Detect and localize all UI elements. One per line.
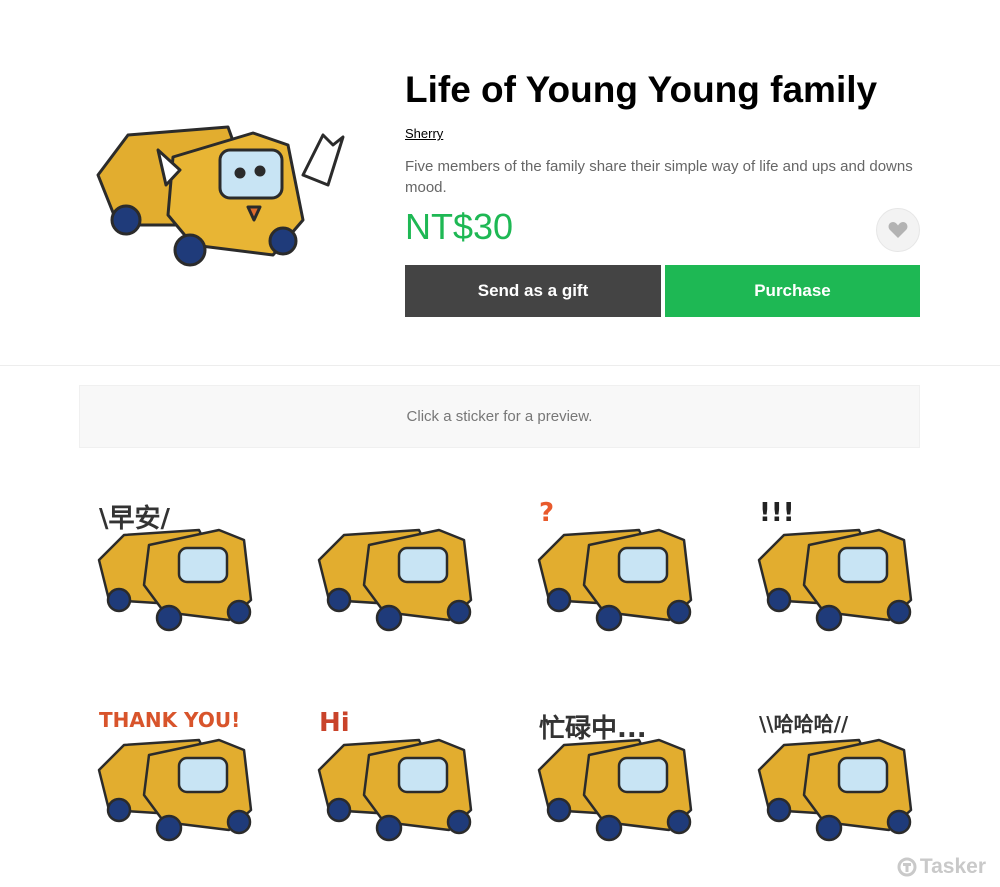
product-title: Life of Young Young family (405, 69, 878, 110)
product-info: Life of Young Young family Sherry Five m… (405, 68, 920, 252)
sticker-laugh[interactable]: \\哈哈哈// (739, 700, 939, 860)
sticker-flowers[interactable] (299, 490, 499, 650)
sticker-image (317, 528, 473, 632)
sticker-caption: Hi (319, 708, 350, 738)
sticker-caption: \\哈哈哈// (759, 712, 849, 736)
preview-hint: Click a sticker for a preview. (406, 408, 593, 425)
author-link[interactable]: Sherry (405, 126, 443, 141)
watermark-text: Tasker (919, 855, 986, 878)
main-sticker-image (96, 125, 345, 267)
product-price: NT$30 (405, 206, 514, 247)
watermark: Tasker (897, 855, 986, 879)
sticker-thank-you[interactable]: THANK YOU! (79, 700, 279, 860)
preview-area: Click a sticker for a preview. (79, 385, 920, 448)
sticker-caption: 忙碌中... (539, 714, 647, 744)
sticker-caption: !!! (759, 498, 795, 528)
favorite-button[interactable] (876, 208, 920, 252)
sticker-exclaim[interactable]: !!! (739, 490, 939, 650)
sticker-caption: ? (539, 498, 555, 528)
section-divider (0, 365, 1000, 366)
sticker-hi[interactable]: Hi (299, 700, 499, 860)
action-buttons: Send as a gift Purchase (405, 265, 920, 317)
sticker-busy[interactable]: 忙碌中... (519, 700, 719, 860)
sticker-question[interactable]: ? (519, 490, 719, 650)
heart-icon (888, 222, 908, 238)
sticker-good-morning[interactable]: \早安/ (79, 490, 279, 650)
tasker-logo-icon (897, 857, 917, 877)
purchase-button[interactable]: Purchase (665, 265, 920, 317)
product-header: Life of Young Young family Sherry Five m… (0, 0, 1000, 365)
product-description: Five members of the family share their s… (405, 158, 913, 196)
sticker-caption: \早安/ (99, 504, 170, 534)
sticker-caption: THANK YOU! (99, 708, 241, 732)
send-gift-button[interactable]: Send as a gift (405, 265, 661, 317)
